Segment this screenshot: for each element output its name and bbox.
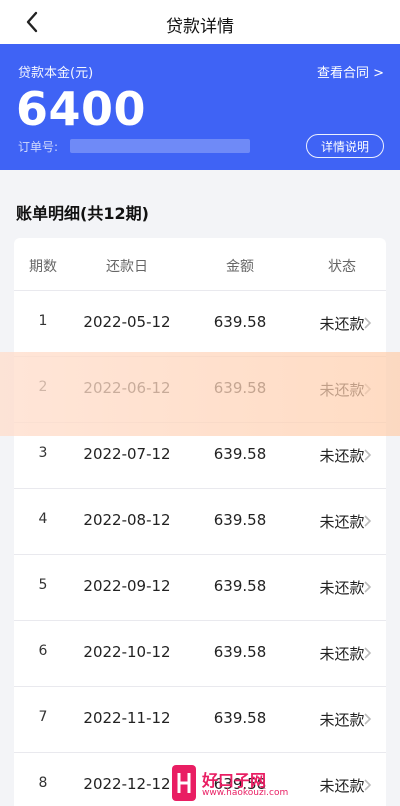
chevron-right-icon	[364, 581, 372, 593]
table-row[interactable]: 2 2022-06-12 639.58 未还款	[14, 356, 386, 422]
header-amount: 金额	[226, 259, 254, 275]
row-period: 6	[38, 643, 48, 659]
row-status: 未还款	[319, 513, 365, 531]
table-row[interactable]: 4 2022-08-12 639.58 未还款	[14, 488, 386, 554]
row-period: 3	[38, 445, 48, 461]
table-row[interactable]: 3 2022-07-12 639.58 未还款	[14, 422, 386, 488]
table-row[interactable]: 6 2022-10-12 639.58 未还款	[14, 620, 386, 686]
chevron-right-icon	[364, 713, 372, 725]
view-contract-link[interactable]: 查看合同 >	[317, 62, 384, 81]
chevron-right-icon	[364, 317, 372, 329]
chevron-right-icon	[364, 449, 372, 461]
row-status: 未还款	[319, 579, 365, 597]
bill-section-title: 账单明细(共12期)	[16, 204, 149, 223]
page-title: 贷款详情	[166, 17, 234, 37]
header-status: 状态	[328, 259, 356, 275]
bill-section: 账单明细(共12期) 期数 还款日 金额 状态 1 2022-05-12 639…	[0, 170, 400, 806]
table-header: 期数 还款日 金额 状态	[14, 238, 386, 290]
row-status: 未还款	[319, 381, 365, 399]
principal-value: 6400	[16, 82, 147, 136]
top-navbar: 贷款详情	[0, 0, 400, 44]
row-status: 未还款	[319, 315, 365, 333]
row-period: 8	[38, 775, 48, 791]
row-date: 2022-07-12	[83, 445, 171, 463]
row-period: 2	[38, 379, 48, 395]
row-status: 未还款	[319, 645, 365, 663]
row-amount: 639.58	[213, 379, 267, 397]
principal-label: 贷款本金(元)	[18, 66, 94, 81]
row-amount: 639.58	[213, 445, 267, 463]
row-status: 未还款	[319, 447, 365, 465]
row-period: 4	[38, 511, 48, 527]
table-row[interactable]: 5 2022-09-12 639.58 未还款	[14, 554, 386, 620]
row-amount: 639.58	[213, 709, 267, 727]
loan-summary-card: 贷款本金(元) 6400 查看合同 > 订单号: 详情说明	[0, 44, 400, 170]
row-date: 2022-09-12	[83, 577, 171, 595]
row-period: 5	[38, 577, 48, 593]
row-period: 1	[38, 313, 48, 329]
row-amount: 639.58	[213, 775, 267, 793]
row-status: 未还款	[319, 777, 365, 795]
row-amount: 639.58	[213, 577, 267, 595]
row-date: 2022-05-12	[83, 313, 171, 331]
row-amount: 639.58	[213, 511, 267, 529]
row-amount: 639.58	[213, 313, 267, 331]
row-period: 7	[38, 709, 48, 725]
row-date: 2022-06-12	[83, 379, 171, 397]
table-row[interactable]: 8 2022-12-12 639.58 未还款	[14, 752, 386, 806]
details-explanation-button[interactable]: 详情说明	[306, 134, 384, 158]
row-date: 2022-11-12	[83, 709, 171, 727]
chevron-right-icon	[364, 779, 372, 791]
row-amount: 639.58	[213, 643, 267, 661]
header-due-date: 还款日	[106, 259, 148, 275]
order-number-redacted	[70, 139, 250, 153]
header-period: 期数	[29, 259, 57, 275]
table-row[interactable]: 7 2022-11-12 639.58 未还款	[14, 686, 386, 752]
chevron-right-icon	[364, 647, 372, 659]
order-number-label: 订单号:	[18, 140, 59, 154]
chevron-right-icon	[364, 383, 372, 395]
table-row[interactable]: 1 2022-05-12 639.58 未还款	[14, 290, 386, 356]
row-status: 未还款	[319, 711, 365, 729]
row-date: 2022-08-12	[83, 511, 171, 529]
bill-table: 期数 还款日 金额 状态 1 2022-05-12 639.58 未还款 2 2…	[14, 238, 386, 806]
chevron-right-icon	[364, 515, 372, 527]
row-date: 2022-10-12	[83, 643, 171, 661]
row-date: 2022-12-12	[83, 775, 171, 793]
